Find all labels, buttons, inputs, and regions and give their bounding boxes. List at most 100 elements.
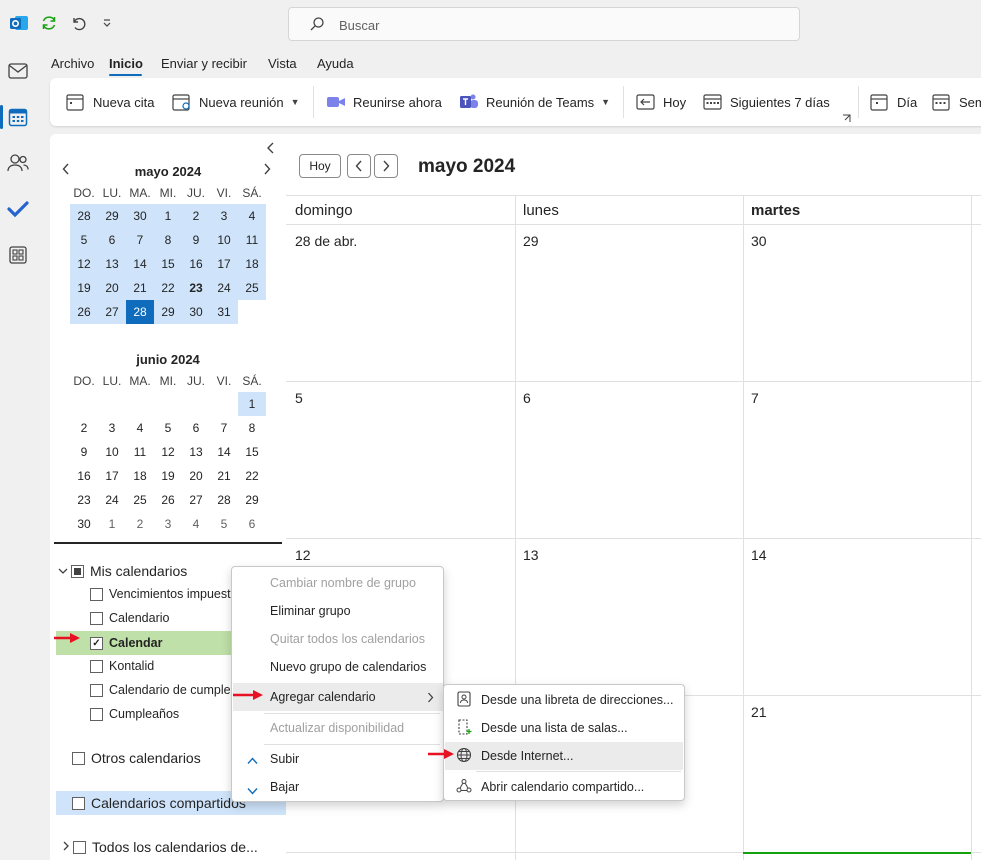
- tab-enviar-y-recibir[interactable]: Enviar y recibir: [161, 56, 247, 71]
- mini-calendar-day[interactable]: 5: [210, 512, 238, 536]
- mini-calendar-day[interactable]: 1: [238, 392, 266, 416]
- todo-icon[interactable]: [5, 196, 31, 222]
- calendar-item[interactable]: Vencimientos impuestos: [90, 583, 244, 605]
- mini-calendar-day[interactable]: 19: [70, 276, 98, 300]
- day-cell-date[interactable]: 14: [751, 547, 767, 563]
- mini-calendar-day[interactable]: 28: [70, 204, 98, 228]
- mini-calendar-day[interactable]: 10: [98, 440, 126, 464]
- group-checkbox[interactable]: [72, 751, 85, 765]
- day-view-button[interactable]: Día: [870, 90, 917, 114]
- mini-calendar-day[interactable]: 21: [210, 464, 238, 488]
- mini-calendar-day[interactable]: 18: [238, 252, 266, 276]
- tab-archivo[interactable]: Archivo: [51, 56, 94, 71]
- mini-calendar-day[interactable]: 16: [70, 464, 98, 488]
- mini-calendar-day[interactable]: 19: [154, 464, 182, 488]
- calendar-checkbox[interactable]: [90, 683, 103, 697]
- mini-calendar-day[interactable]: 5: [70, 228, 98, 252]
- mini-calendar-day[interactable]: 17: [210, 252, 238, 276]
- mini-calendar-day[interactable]: 3: [98, 416, 126, 440]
- chevron-right-icon[interactable]: [62, 840, 70, 854]
- mini-calendar-day[interactable]: 28: [210, 488, 238, 512]
- move-up-menu-item[interactable]: Subir: [270, 745, 299, 773]
- mini-calendar-day[interactable]: 1: [98, 512, 126, 536]
- calendar-checkbox[interactable]: [90, 587, 103, 601]
- calendar-item[interactable]: Kontalid: [90, 655, 154, 677]
- mini-calendar-day[interactable]: 2: [182, 204, 210, 228]
- mini-calendar-day[interactable]: 11: [126, 440, 154, 464]
- mini-calendar-day[interactable]: 14: [210, 440, 238, 464]
- group-checkbox[interactable]: [73, 840, 86, 854]
- mini-calendar-day[interactable]: 27: [98, 300, 126, 324]
- new-appointment-button[interactable]: Nueva cita: [66, 90, 154, 114]
- day-cell-date[interactable]: 12: [295, 547, 311, 563]
- mini-calendar-day[interactable]: 4: [238, 204, 266, 228]
- my-calendars-group[interactable]: Mis calendarios: [58, 560, 187, 582]
- mini-calendar-day[interactable]: 8: [154, 228, 182, 252]
- mini-calendar-day[interactable]: 29: [154, 300, 182, 324]
- new-calendar-group-menu-item[interactable]: Nuevo grupo de calendarios: [270, 653, 426, 681]
- mini-calendar-day[interactable]: 29: [98, 204, 126, 228]
- tab-inicio[interactable]: Inicio: [109, 56, 143, 71]
- mini-calendar-day[interactable]: 24: [98, 488, 126, 512]
- mini-calendar-day[interactable]: 1: [154, 204, 182, 228]
- mini-calendar-day[interactable]: 6: [98, 228, 126, 252]
- mini-calendar-day[interactable]: 25: [238, 276, 266, 300]
- calendar-checkbox[interactable]: [90, 707, 103, 721]
- people-icon[interactable]: [5, 150, 31, 176]
- mini-calendar-day[interactable]: 22: [154, 276, 182, 300]
- mini-calendar-day[interactable]: 22: [238, 464, 266, 488]
- mini-calendar-day[interactable]: 23: [182, 276, 210, 300]
- mini-calendar-day[interactable]: 12: [70, 252, 98, 276]
- mini-calendar-day[interactable]: 4: [126, 416, 154, 440]
- mini-calendar-day[interactable]: 13: [98, 252, 126, 276]
- day-cell-date[interactable]: 6: [523, 390, 531, 406]
- calendar-item[interactable]: Cumpleaños: [90, 703, 179, 725]
- mini-calendar-day[interactable]: 25: [126, 488, 154, 512]
- add-calendar-menu-item[interactable]: Agregar calendario: [270, 683, 376, 711]
- quick-access-dropdown-icon[interactable]: [96, 12, 118, 34]
- mini-calendar-day[interactable]: 3: [154, 512, 182, 536]
- from-room-list-menu-item[interactable]: Desde una lista de salas...: [481, 714, 628, 742]
- mini-calendar-day[interactable]: 27: [182, 488, 210, 512]
- mini-calendar-day[interactable]: 20: [182, 464, 210, 488]
- mini-calendar-day[interactable]: 11: [238, 228, 266, 252]
- from-address-book-menu-item[interactable]: Desde una libreta de direcciones...: [481, 686, 673, 714]
- teams-meeting-button[interactable]: Reunión de Teams ▼: [459, 90, 610, 114]
- calendar-icon[interactable]: [5, 104, 31, 130]
- mini-calendar-day[interactable]: 15: [238, 440, 266, 464]
- mini-calendar-day[interactable]: 9: [182, 228, 210, 252]
- calendar-item-selected[interactable]: ✓ Calendar: [90, 632, 163, 654]
- all-calendars-group[interactable]: Todos los calendarios de...: [62, 836, 258, 858]
- move-down-menu-item[interactable]: Bajar: [270, 773, 299, 801]
- mini-calendar-day[interactable]: 14: [126, 252, 154, 276]
- tab-vista[interactable]: Vista: [268, 56, 297, 71]
- today-nav-button[interactable]: Hoy: [299, 154, 341, 178]
- mini-calendar-day[interactable]: 21: [126, 276, 154, 300]
- collapse-pane-icon[interactable]: [266, 142, 276, 157]
- mini-calendar-day[interactable]: 30: [182, 300, 210, 324]
- from-internet-menu-item[interactable]: Desde Internet...: [481, 742, 573, 770]
- mini-calendar-day[interactable]: 5: [154, 416, 182, 440]
- mini-calendar-day[interactable]: 2: [126, 512, 154, 536]
- mini-calendar-day[interactable]: 16: [182, 252, 210, 276]
- mini-calendar-day[interactable]: 8: [238, 416, 266, 440]
- prev-month-icon[interactable]: [62, 162, 70, 178]
- chevron-down-icon[interactable]: [58, 564, 68, 578]
- mail-icon[interactable]: [5, 58, 31, 84]
- remove-all-calendars-menu-item[interactable]: Quitar todos los calendarios: [270, 625, 425, 653]
- mini-calendar-day[interactable]: 18: [126, 464, 154, 488]
- calendar-checkbox-checked[interactable]: ✓: [90, 636, 103, 650]
- day-cell-date[interactable]: 13: [523, 547, 539, 563]
- meet-now-button[interactable]: Reunirse ahora: [326, 90, 442, 114]
- calendar-checkbox[interactable]: [90, 659, 103, 673]
- mini-calendar-day[interactable]: 9: [70, 440, 98, 464]
- mini-calendar-day[interactable]: 2: [70, 416, 98, 440]
- mini-calendar-day[interactable]: 6: [182, 416, 210, 440]
- undo-icon[interactable]: [68, 12, 90, 34]
- next-7-days-button[interactable]: Siguientes 7 días: [703, 90, 830, 114]
- open-shared-calendar-menu-item[interactable]: Abrir calendario compartido...: [481, 773, 644, 801]
- rename-group-menu-item[interactable]: Cambiar nombre de grupo: [270, 569, 416, 597]
- mini-calendar-day[interactable]: 10: [210, 228, 238, 252]
- calendar-checkbox[interactable]: [90, 611, 103, 625]
- apps-icon[interactable]: [5, 242, 31, 268]
